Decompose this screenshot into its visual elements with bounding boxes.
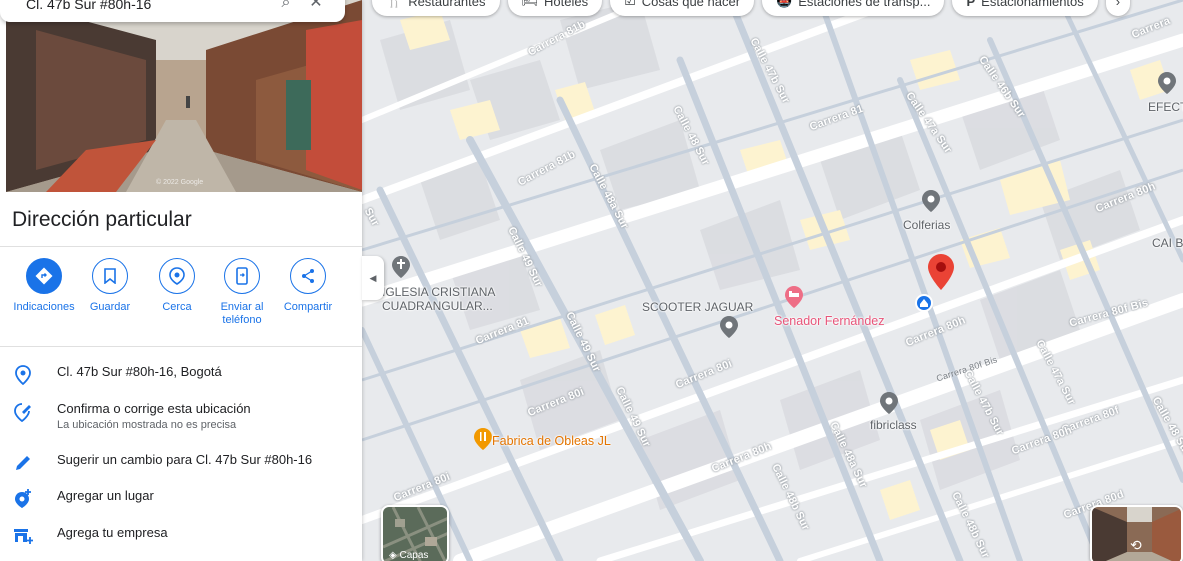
send-to-phone-label: Enviar al teléfono — [220, 301, 264, 326]
add-location-icon — [12, 488, 34, 510]
layers-icon: ◈ Capas — [389, 550, 429, 561]
category-chips: 🍴 Restaurantes 🛏 Hoteles ☑ Cosas que hac… — [372, 0, 1131, 16]
divider — [0, 246, 362, 247]
selected-location-pin-icon[interactable] — [928, 254, 954, 290]
chevron-left-icon: ◀ — [369, 272, 377, 283]
chip-label: Estaciones de transp... — [798, 0, 931, 9]
poi-label-colferias[interactable]: Colferias — [903, 218, 950, 232]
add-business-icon — [12, 525, 34, 547]
confirm-subtitle: La ubicación mostrada no es precisa — [57, 419, 237, 431]
poi-label-cai[interactable]: CAI B — [1152, 236, 1183, 250]
activities-icon: ☑ — [624, 0, 636, 8]
street-view-thumbnail[interactable]: ⟲ — [1090, 505, 1183, 561]
directions-label: Indicaciones — [13, 301, 75, 313]
restaurant-pin-icon[interactable] — [474, 428, 492, 450]
bookmark-icon — [92, 258, 128, 294]
divider — [0, 346, 362, 347]
layers-button[interactable]: ◈ Capas — [381, 505, 449, 561]
parking-icon: P — [966, 0, 976, 9]
share-label: Compartir — [283, 301, 333, 313]
collapse-panel-button[interactable]: ◀ — [362, 256, 384, 300]
poi-label-senador[interactable]: Senador Fernández — [774, 314, 885, 328]
chevron-right-icon: › — [1115, 0, 1121, 9]
chip-things-to-do[interactable]: ☑ Cosas que hacer — [610, 0, 755, 16]
hotel-pin-icon[interactable] — [785, 286, 803, 308]
chip-parking[interactable]: P Estacionamientos — [952, 0, 1098, 16]
poi-label-iglesia[interactable]: IGLESIA CRISTIANA CUADRANGULAR... — [382, 285, 495, 313]
save-label: Guardar — [89, 301, 131, 313]
place-pin-icon[interactable] — [1158, 72, 1176, 94]
directions-icon — [26, 258, 62, 294]
suggest-edit-text: Sugerir un cambio para Cl. 47b Sur #80h-… — [57, 452, 313, 467]
bus-stop-icon[interactable] — [915, 294, 933, 312]
restaurant-icon: 🍴 — [386, 0, 403, 8]
share-icon — [290, 258, 326, 294]
poi-label-scooter[interactable]: SCOOTER JAGUAR — [642, 300, 753, 314]
chip-label: Cosas que hacer — [641, 0, 741, 9]
edit-location-icon — [12, 401, 34, 423]
add-business-text: Agrega tu empresa — [57, 525, 168, 540]
search-box[interactable]: Cl. 47b Sur #80h-16 ⌕ ✕ — [0, 0, 345, 22]
pencil-icon — [12, 452, 34, 474]
chip-more[interactable]: › — [1105, 0, 1131, 16]
chip-label: Estacionamientos — [981, 0, 1084, 9]
search-icon[interactable]: ⌕ — [271, 0, 301, 12]
street-photo-image: © 2022 Google — [6, 0, 362, 192]
location-pin-icon — [12, 364, 34, 386]
share-button[interactable]: Compartir — [272, 258, 344, 314]
street-view-photo[interactable]: © 2022 Google — [6, 0, 362, 192]
page-title: Dirección particular — [12, 208, 192, 231]
chip-hotels[interactable]: 🛏 Hoteles — [507, 0, 603, 16]
confirm-location-text: Confirma o corrige esta ubicación La ubi… — [57, 401, 251, 431]
photo-watermark: © 2022 Google — [156, 178, 203, 186]
send-to-phone-button[interactable]: Enviar al teléfono — [206, 258, 278, 327]
church-pin-icon[interactable] — [392, 256, 410, 278]
nearby-button[interactable]: Cerca — [141, 258, 213, 314]
store-pin-icon[interactable] — [720, 316, 738, 338]
search-input[interactable]: Cl. 47b Sur #80h-16 — [26, 0, 271, 12]
hotel-icon: 🛏 — [521, 0, 539, 8]
save-button[interactable]: Guardar — [74, 258, 146, 314]
poi-label-efect[interactable]: EFECT — [1148, 100, 1183, 114]
poi-label-obleas[interactable]: Fabrica de Obleas JL — [492, 434, 611, 448]
layers-label: Capas — [399, 550, 429, 561]
place-pin-icon[interactable] — [880, 392, 898, 414]
chip-restaurants[interactable]: 🍴 Restaurantes — [372, 0, 500, 16]
poi-label-fibriclass[interactable]: fibriclass — [870, 418, 917, 432]
directions-button[interactable]: Indicaciones — [8, 258, 80, 314]
nearby-label: Cerca — [162, 301, 192, 313]
add-place-text: Agregar un lugar — [57, 488, 154, 503]
place-pin-icon[interactable] — [922, 190, 940, 212]
place-panel: © 2022 Google Cl. 47b Sur #80h-16 ⌕ ✕ Di… — [0, 0, 362, 561]
rotate-360-icon: ⟲ — [1130, 537, 1142, 553]
chip-label: Hoteles — [544, 0, 589, 9]
chip-label: Restaurantes — [408, 0, 486, 9]
chip-transit[interactable]: 🚇 Estaciones de transp... — [762, 0, 945, 16]
send-to-phone-icon — [224, 258, 260, 294]
nearby-icon — [159, 258, 195, 294]
confirm-title: Confirma o corrige esta ubicación — [57, 401, 251, 416]
transit-icon: 🚇 — [776, 0, 793, 8]
address-text: Cl. 47b Sur #80h-16, Bogotá — [57, 364, 222, 379]
close-icon[interactable]: ✕ — [301, 0, 331, 12]
